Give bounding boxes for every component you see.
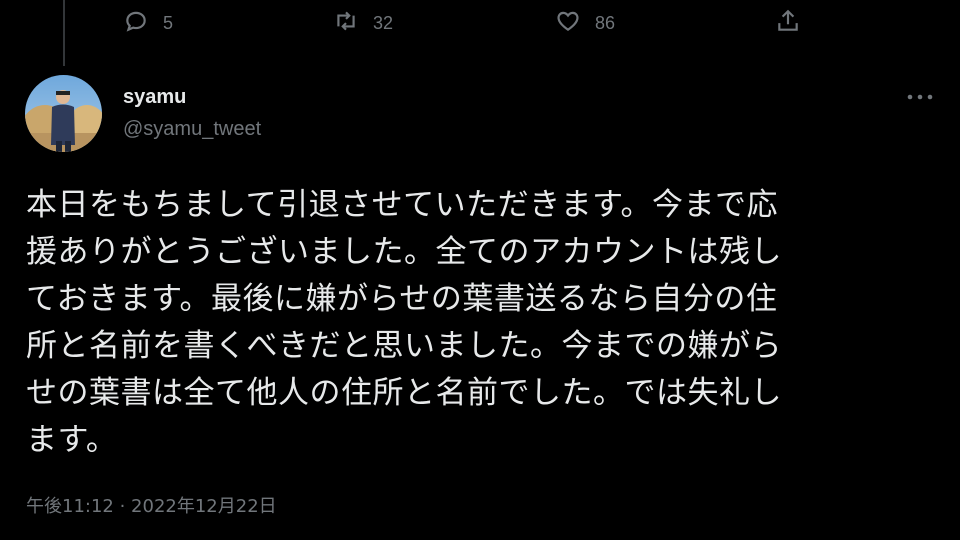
reply-icon [123,8,149,38]
reply-count: 5 [163,12,174,33]
retweet-count: 32 [373,12,394,33]
more-options-button[interactable] [904,84,936,108]
avatar[interactable] [25,75,102,152]
share-icon [775,8,801,38]
share-button[interactable] [775,8,801,38]
heart-icon [555,8,581,38]
thread-connector-line [63,0,65,66]
reply-button[interactable]: 5 [123,8,173,38]
author-display-name[interactable]: syamu [123,86,186,109]
retweet-button[interactable]: 32 [333,8,393,38]
more-icon [906,87,934,106]
tweet-timestamp[interactable]: 午後11:12 · 2022年12月22日 [26,492,277,518]
profile-photo [25,75,102,152]
like-count: 86 [595,12,616,33]
author-handle[interactable]: @syamu_tweet [123,118,261,141]
tweet-text: 本日をもちまして引退させていただきます。今まで応 援ありがとうございました。全て… [26,187,782,458]
retweet-icon [333,8,359,38]
like-button[interactable]: 86 [555,8,615,38]
